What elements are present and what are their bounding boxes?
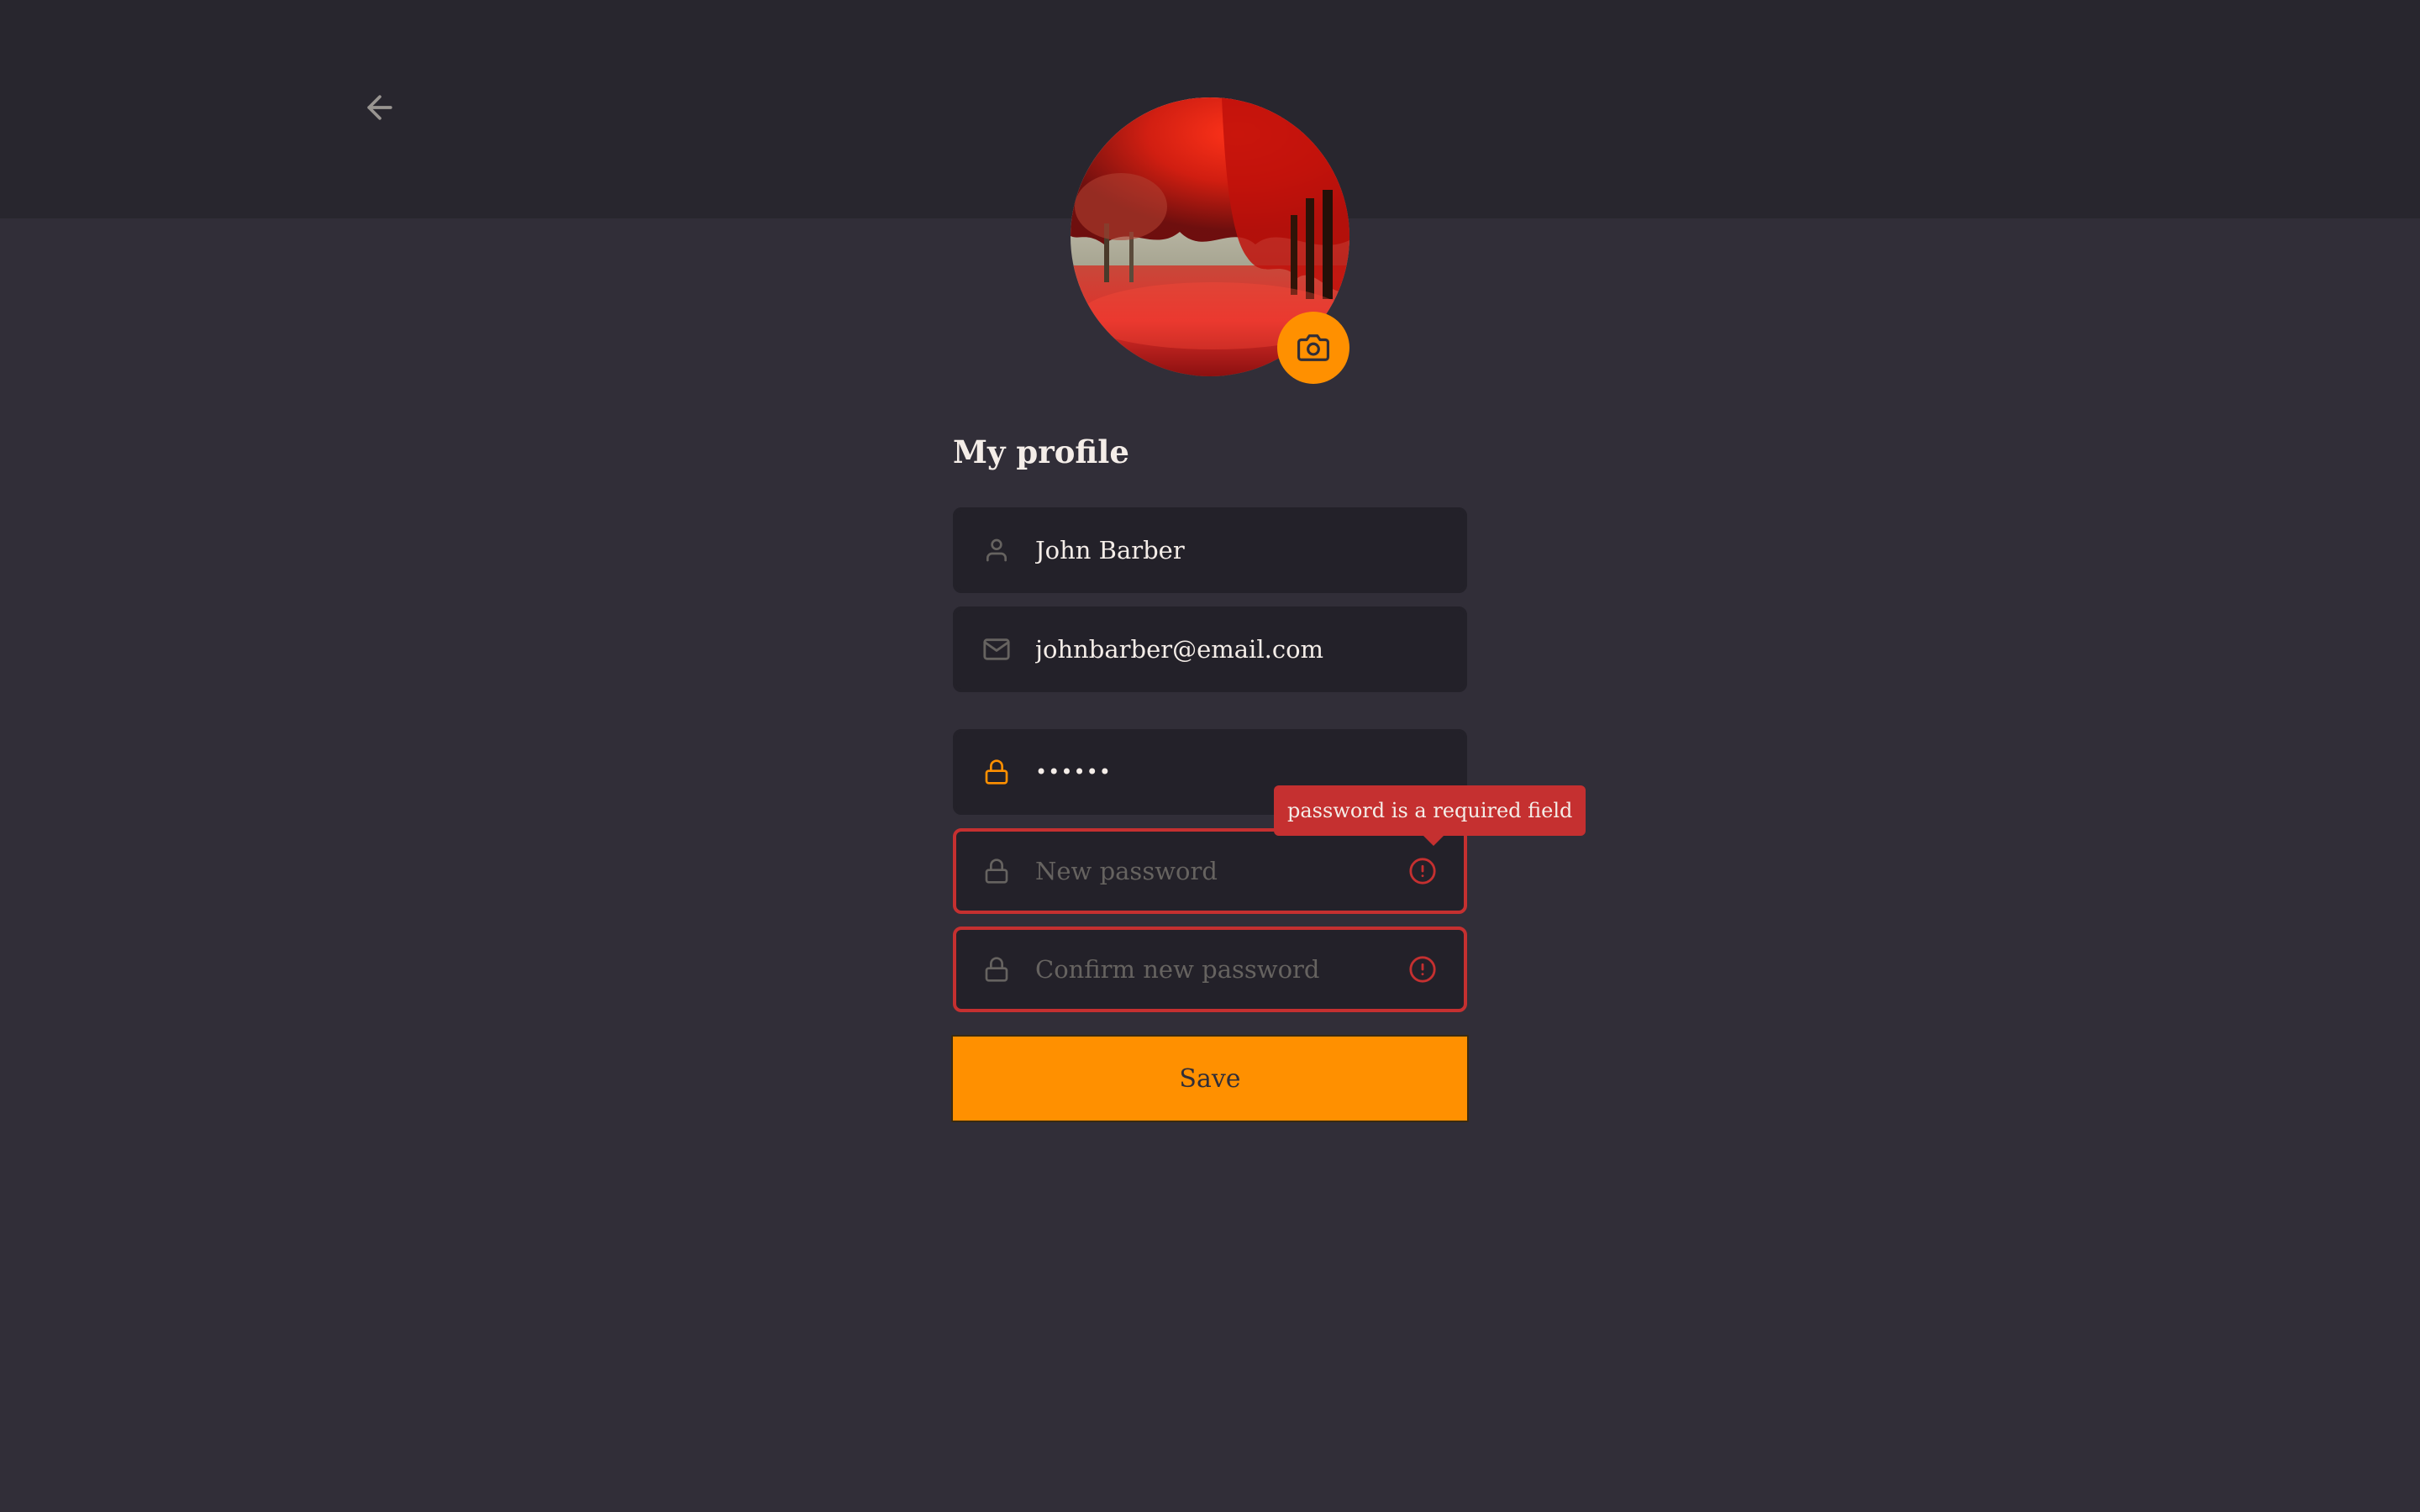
arrow-left-icon	[367, 95, 392, 120]
user-icon	[981, 535, 1012, 565]
name-input[interactable]	[1035, 511, 1388, 590]
page-title: My profile	[953, 433, 1129, 470]
new-password-field[interactable]	[953, 828, 1467, 914]
change-avatar-button[interactable]	[1277, 312, 1349, 384]
lock-icon	[981, 954, 1012, 984]
alert-circle-icon[interactable]	[1407, 855, 1439, 887]
email-input[interactable]	[1035, 610, 1388, 689]
avatar-container	[1071, 97, 1349, 384]
lock-icon	[981, 757, 1012, 787]
name-field[interactable]	[953, 507, 1467, 593]
camera-icon	[1297, 334, 1329, 361]
confirm-password-input[interactable]	[1035, 930, 1388, 1009]
error-tooltip: password is a required field	[1274, 785, 1586, 846]
mail-icon	[981, 634, 1012, 664]
confirm-password-field[interactable]	[953, 927, 1467, 1012]
new-password-input[interactable]	[1035, 832, 1388, 911]
save-button[interactable]: Save	[951, 1035, 1469, 1122]
lock-icon	[981, 856, 1012, 886]
back-button[interactable]	[356, 84, 403, 131]
alert-circle-icon[interactable]	[1407, 953, 1439, 985]
email-field[interactable]	[953, 606, 1467, 692]
